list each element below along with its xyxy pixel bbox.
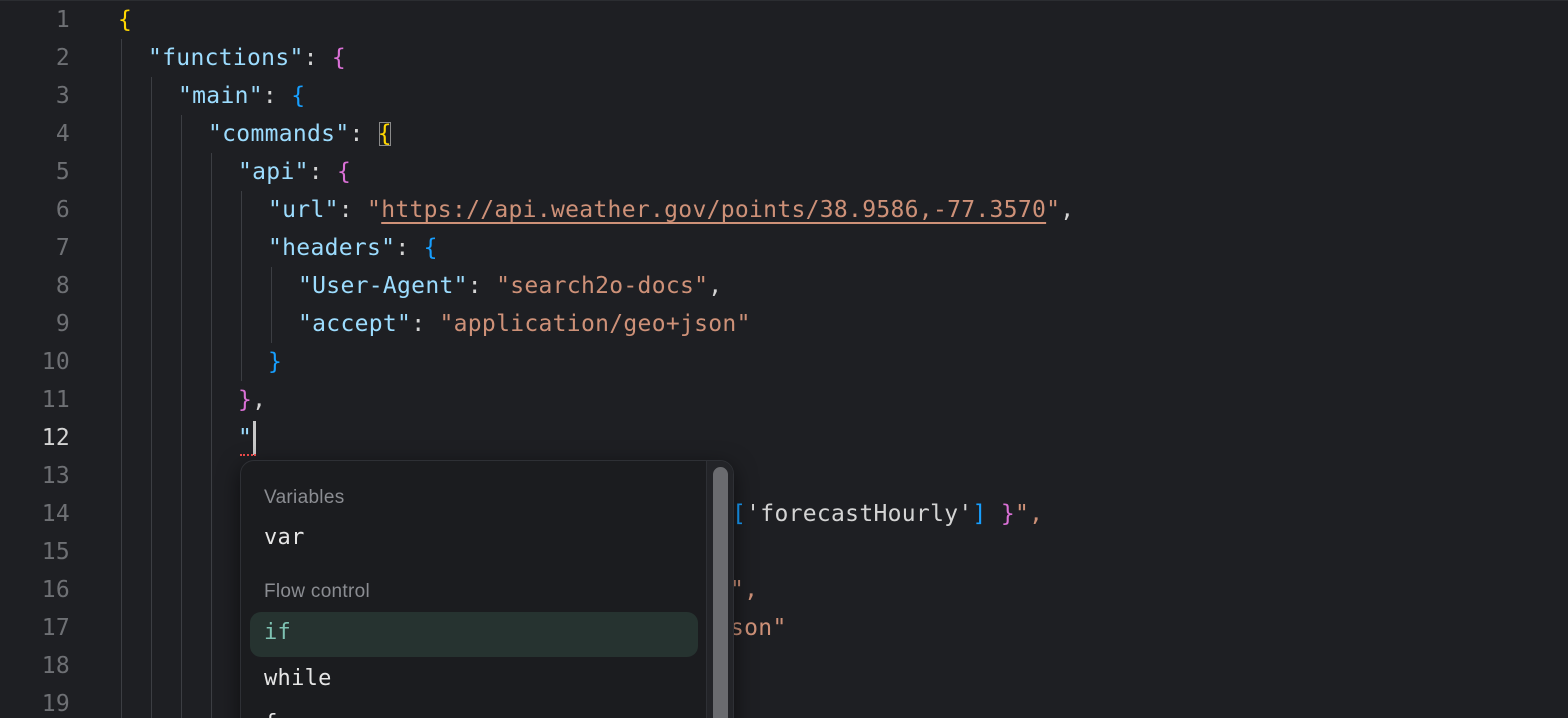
indent-guide (241, 191, 242, 381)
colon: : (395, 235, 424, 261)
brace: { (331, 45, 347, 71)
json-string: "application/geo+json" (439, 311, 751, 337)
brace: { (337, 159, 352, 185)
brace: { (291, 83, 306, 109)
indent-guide (151, 77, 152, 718)
json-string-end: ", (730, 577, 759, 603)
line-number: 2 (55, 45, 70, 71)
suggestion-item-partial[interactable]: f (264, 711, 278, 718)
indent-guide (181, 115, 182, 718)
suggestion-item-var[interactable]: var (264, 525, 305, 550)
code-line-9: "accept": "application/geo+json" (298, 305, 751, 343)
line-number: 4 (55, 121, 70, 147)
json-key: "api" (238, 159, 309, 185)
colon: : (411, 311, 440, 337)
comma: , (252, 387, 267, 413)
code-line-5: "api": { (238, 153, 351, 191)
line-number: 5 (55, 159, 70, 185)
colon: : (467, 273, 497, 299)
line-number: 16 (41, 577, 70, 603)
suggestion-item-label: if (264, 620, 292, 645)
autocomplete-popup[interactable]: Variables var Flow control if while f (240, 460, 734, 718)
code-line-7: "headers": { (268, 229, 438, 267)
json-key: "User-Agent" (298, 273, 468, 299)
brace: } (1000, 501, 1015, 527)
line-number: 6 (55, 197, 70, 223)
colon: : (303, 45, 332, 71)
popup-scrollbar[interactable] (706, 461, 733, 718)
json-key: "functions" (148, 45, 304, 71)
line-number: 19 (41, 691, 70, 717)
comma: , (1060, 197, 1075, 223)
code-line-6: "url": "https://api.weather.gov/points/3… (268, 191, 1074, 229)
json-string-end: son" (730, 615, 787, 641)
line-number: 17 (41, 615, 70, 641)
bracket: [ (732, 501, 747, 527)
line-number: 8 (55, 273, 70, 299)
code-line-10: } (268, 343, 282, 381)
suggestion-item-if-selected[interactable]: if (250, 612, 698, 657)
line-number: 13 (41, 463, 70, 489)
json-key: "commands" (208, 121, 350, 147)
line-number-active: 12 (41, 425, 70, 451)
code-line-16: ", (730, 571, 758, 609)
json-string-end: ", (1014, 501, 1044, 527)
suggestion-group-header: Flow control (264, 581, 371, 602)
json-key: "main" (178, 83, 263, 109)
bracket: ] (972, 501, 987, 527)
brace: } (238, 387, 253, 413)
json-key: "url" (268, 197, 339, 223)
line-number: 1 (55, 7, 70, 33)
colon: : (308, 159, 338, 185)
code-line-4: "commands": { (208, 115, 392, 153)
line-number: 7 (55, 235, 70, 261)
line-number-gutter: 1 2 3 4 5 6 7 8 9 10 11 12 13 14 15 16 1… (0, 1, 80, 718)
colon: : (349, 121, 378, 147)
json-key: "headers" (268, 235, 396, 261)
code-editor[interactable]: 1 2 3 4 5 6 7 8 9 10 11 12 13 14 15 16 1… (0, 0, 1568, 718)
suggestion-group-header: Variables (264, 487, 345, 508)
code-line-1: { (118, 1, 132, 39)
error-squiggle (240, 448, 256, 456)
quote: " (1046, 197, 1061, 223)
code-line-17: son" (730, 609, 787, 647)
line-number: 9 (55, 311, 70, 337)
indent-guide (121, 39, 122, 718)
code-line-11: }, (238, 381, 266, 419)
url-link[interactable]: https://api.weather.gov/points/38.9586,-… (381, 197, 1046, 223)
matched-brace: { (377, 121, 392, 147)
json-string: "search2o-docs" (496, 273, 709, 299)
line-number: 15 (41, 539, 70, 565)
line-number: 11 (41, 387, 70, 413)
code-line-3: "main": { (178, 77, 305, 115)
comma: , (708, 273, 723, 299)
brace: { (118, 7, 133, 33)
line-number: 14 (41, 501, 70, 527)
indent-guide (271, 267, 272, 343)
suggestion-item-while[interactable]: while (264, 666, 332, 691)
code-line-14: ['forecastHourly'] }", (732, 495, 1043, 533)
code-line-8: "User-Agent": "search2o-docs", (298, 267, 722, 305)
popup-scrollbar-thumb[interactable] (713, 467, 728, 718)
line-number: 18 (41, 653, 70, 679)
json-string: 'forecastHourly' (746, 501, 973, 527)
indent-guide (211, 153, 212, 718)
line-number: 10 (41, 349, 70, 375)
brace: } (268, 349, 283, 375)
json-key: "accept" (298, 311, 412, 337)
brace: { (423, 235, 438, 261)
colon: : (262, 83, 292, 109)
quote: " (367, 197, 382, 223)
code-line-2: "functions": { (148, 39, 346, 77)
colon: : (338, 197, 368, 223)
line-number: 3 (55, 83, 70, 109)
